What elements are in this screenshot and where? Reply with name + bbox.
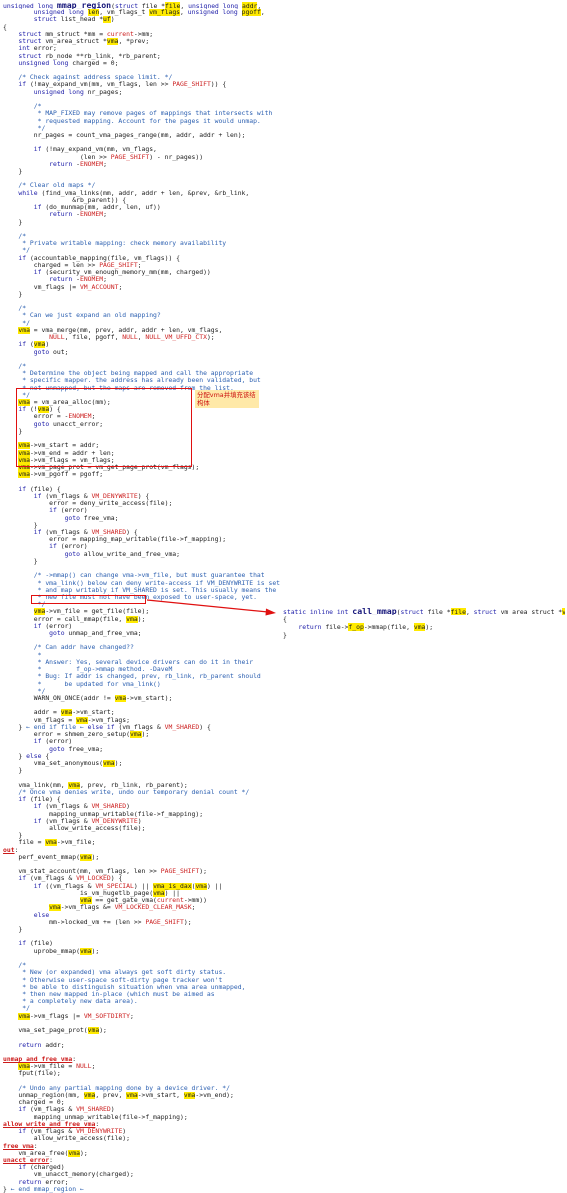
- code-line: return error;: [18, 1178, 69, 1186]
- inline-code-line: {: [283, 615, 287, 623]
- inline-code-line: return file->f_op->mmap(file, vma);: [298, 623, 434, 631]
- code-line: unacct_error:: [3, 1157, 54, 1164]
- inline-code-line: }: [283, 631, 287, 639]
- annotation-arrow: [146, 599, 269, 613]
- arrow-head-icon: [265, 608, 276, 616]
- inline-code-line: static inline int call_mmap(struct file …: [283, 607, 565, 615]
- call-mmap-inline-definition: static inline int call_mmap(struct file …: [283, 607, 565, 639]
- annotation-arrow-layer: [146, 599, 276, 616]
- code-line: } ← end mmap_region ←: [3, 1185, 84, 1193]
- code-line: vm_unacct_memory(charged);: [3, 1171, 134, 1179]
- code-line: if (charged): [18, 1164, 65, 1172]
